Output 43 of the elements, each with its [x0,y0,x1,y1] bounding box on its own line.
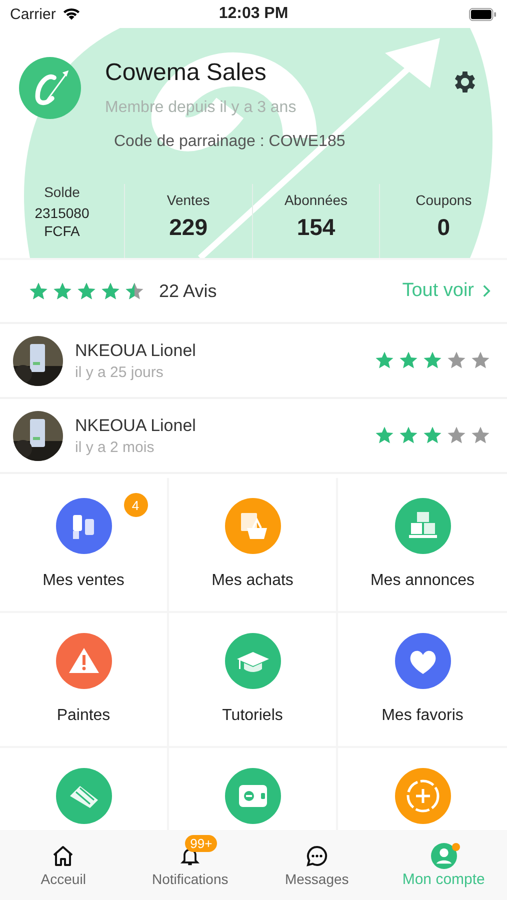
chevron-icon [482,284,491,298]
stat-value: 0 [437,214,450,241]
stat-label: Ventes [166,192,210,208]
member-since: Membre depuis il y a 3 ans [105,99,296,117]
tab-item[interactable]: Messages [254,830,380,900]
stat-label: Abonnées [284,192,348,208]
menu-label[interactable]: Paintes [56,707,110,725]
referral-code: Code de parrainage : COWE185 [114,133,346,151]
stat-value: 154 [296,214,336,241]
menu-label[interactable]: Mes achats [212,572,294,590]
battery-icon [469,8,497,20]
home-icon [51,844,76,868]
wallet-icon[interactable] [224,768,280,824]
chat-icon [304,844,329,868]
account-icon [430,843,457,869]
graduation-icon[interactable] [224,633,280,689]
reviewer-name: NKEOUA Lionel [75,340,196,360]
review-count: 22 Avis [159,280,217,302]
menu-label[interactable]: Mes ventes [42,572,124,590]
carrier-label: Carrier [10,6,56,22]
menu-label[interactable]: Mes annonces [370,572,475,590]
notification-badge: 99+ [185,835,218,852]
basket-icon[interactable] [224,498,280,554]
count-badge: 4 [124,493,148,517]
boxes-icon[interactable] [394,498,450,554]
profile-name: Cowema Sales [105,59,268,87]
menu-label[interactable]: Tutoriels [222,707,283,725]
warning-icon[interactable] [56,633,112,689]
stat-value: 2315080 [34,205,90,221]
review-date: il y a 2 mois [75,438,156,456]
menu-label[interactable]: Mes favoris [382,707,464,725]
tab-item[interactable]: 99+ Notifications [126,830,254,900]
stat-value: 229 [169,214,208,241]
stat-label: Solde [44,184,80,200]
clock-time: 12:03 PM [218,5,290,23]
tab-item[interactable]: Acceuil [0,830,127,900]
stat-unit: FCFA [44,223,80,239]
plus-icon[interactable] [394,768,450,824]
wifi-icon [62,7,81,21]
logo-icon [19,57,81,119]
stat-label: Coupons [416,192,472,208]
review-date: il y a 25 jours [75,364,164,380]
reviewer-name: NKEOUA Lionel [75,416,196,436]
